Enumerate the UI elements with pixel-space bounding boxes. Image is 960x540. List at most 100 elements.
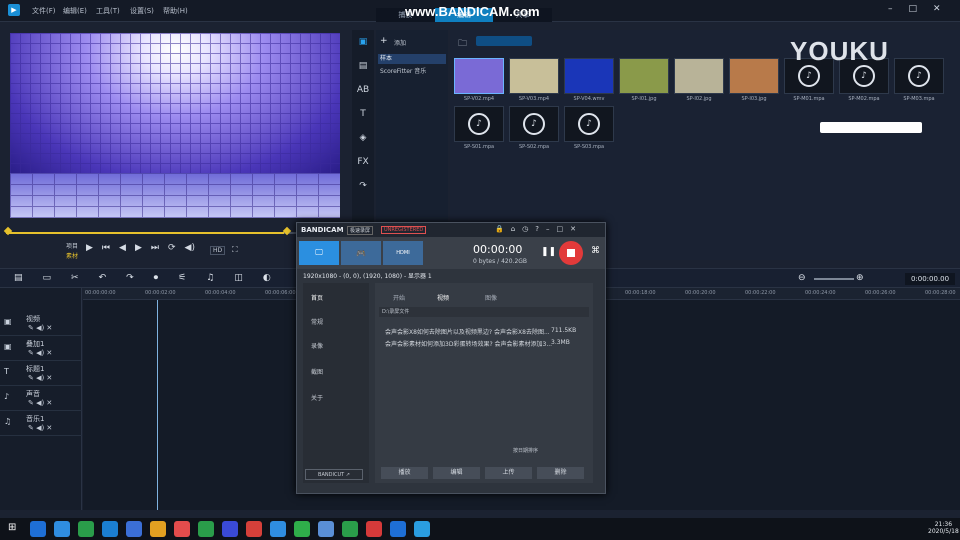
lock-icon[interactable]: 🔒 <box>495 225 511 233</box>
home-icon[interactable]: ⌂ <box>511 225 522 233</box>
media-icon[interactable]: ▣ <box>352 30 374 54</box>
timeline-timecode[interactable]: 0:00:00.00 <box>905 273 955 285</box>
media-thumbnail[interactable] <box>454 58 504 94</box>
play-button[interactable]: 播放 <box>381 467 428 479</box>
storyboard-icon[interactable]: ▤ <box>14 273 23 283</box>
menu-tools[interactable]: 工具(T) <box>96 6 120 16</box>
add-folder-icon[interactable]: + <box>380 36 388 46</box>
media-thumbnail[interactable] <box>729 58 779 94</box>
taskbar-app-icon[interactable] <box>102 521 118 537</box>
upload-button[interactable]: 上传 <box>485 467 532 479</box>
media-thumbnail[interactable] <box>619 58 669 94</box>
media-filter-buttons[interactable] <box>476 36 532 46</box>
file-name[interactable]: 会声会影素材如何添加3D彩蛋转场效果? 会声会影素材添加3... <box>385 339 552 348</box>
restore-icon[interactable]: □ <box>557 225 571 233</box>
delete-button[interactable]: 删除 <box>537 467 584 479</box>
media-thumbnail[interactable] <box>509 58 559 94</box>
transition-icon[interactable]: AB <box>352 78 374 102</box>
tab-video[interactable]: 视频 <box>437 293 449 302</box>
sort-order[interactable]: 按日期排序 <box>513 447 538 454</box>
start-icon[interactable]: ⊞ <box>8 522 16 533</box>
media-thumbnail[interactable] <box>564 58 614 94</box>
track-controls[interactable]: ✎ ◀) ✕ <box>28 399 52 407</box>
output-path[interactable]: D:\录屏文件 <box>379 307 589 317</box>
tab-start[interactable]: 开始 <box>393 293 405 302</box>
track-controls[interactable]: ✎ ◀) ✕ <box>28 374 52 382</box>
next-frame-icon[interactable]: ▶ <box>135 243 142 253</box>
redo-icon[interactable]: ↷ <box>126 273 134 283</box>
track-controls[interactable]: ✎ ◀) ✕ <box>28 424 52 432</box>
track-controls[interactable]: ✎ ◀) ✕ <box>28 324 52 332</box>
menu-edit[interactable]: 编辑(E) <box>63 6 87 16</box>
auto-music-icon[interactable]: ♫ <box>206 273 214 283</box>
close-icon[interactable]: ✕ <box>570 225 583 233</box>
mixer-icon[interactable]: ⚟ <box>178 273 186 283</box>
track-controls[interactable]: ✎ ◀) ✕ <box>28 349 52 357</box>
taskbar-app-icon[interactable] <box>414 521 430 537</box>
folder-icon[interactable]: 🗀 <box>458 36 467 52</box>
track-header[interactable]: ♫ 音乐1 ✎ ◀) ✕ <box>0 412 82 436</box>
folder-scorefitter[interactable]: ScoreFitter 音乐 <box>380 66 426 75</box>
prev-frame-icon[interactable]: ◀ <box>119 243 126 253</box>
playhead[interactable] <box>157 288 158 510</box>
quality-select[interactable]: HD <box>210 246 226 255</box>
taskbar-app-icon[interactable] <box>78 521 94 537</box>
side-about[interactable]: 关于 <box>311 393 323 402</box>
screenshot-icon[interactable]: ⌘ <box>591 246 600 256</box>
unregistered-badge[interactable]: UNREGISTERED <box>381 226 427 234</box>
taskbar-app-icon[interactable] <box>318 521 334 537</box>
file-name[interactable]: 会声会影X8如何去除图片以及视频黑边? 会声会影X8去除图... <box>385 327 550 336</box>
device-mode-button[interactable]: HDMI <box>383 241 423 265</box>
menu-help[interactable]: 帮助(H) <box>163 6 188 16</box>
bandicut-button[interactable]: BANDICUT ↗ <box>305 469 363 480</box>
edit-button[interactable]: 编辑 <box>433 467 480 479</box>
folder-sample[interactable]: 样本 <box>378 54 446 64</box>
track-header[interactable]: ▣ 叠加1 ✎ ◀) ✕ <box>0 337 82 361</box>
side-image[interactable]: 截图 <box>311 367 323 376</box>
taskbar-app-icon[interactable] <box>198 521 214 537</box>
zoom-out-icon[interactable]: ⊖ <box>798 273 806 283</box>
side-video[interactable]: 录像 <box>311 341 323 350</box>
timeline-view-icon[interactable]: ▭ <box>43 273 52 283</box>
taskbar-app-icon[interactable] <box>54 521 70 537</box>
graphic-icon[interactable]: ◈ <box>352 126 374 150</box>
zoom-in-icon[interactable]: ⊕ <box>856 273 864 283</box>
play-icon[interactable]: ▶ <box>86 243 93 253</box>
track-header[interactable]: ♪ 声音 ✎ ◀) ✕ <box>0 387 82 411</box>
screen-mode-button[interactable]: 🖵 <box>299 241 339 265</box>
tools-icon[interactable]: ✂ <box>71 273 79 283</box>
taskbar-app-icon[interactable] <box>366 521 382 537</box>
media-thumbnail[interactable]: ♪ <box>509 106 559 142</box>
taskbar-app-icon[interactable] <box>126 521 142 537</box>
track-header[interactable]: T 标题1 ✎ ◀) ✕ <box>0 362 82 386</box>
tab-image[interactable]: 图像 <box>485 293 497 302</box>
close-icon[interactable]: ✕ <box>933 4 957 14</box>
media-thumbnail[interactable]: ♪ <box>564 106 614 142</box>
side-home[interactable]: 首页 <box>311 293 323 302</box>
minimize-icon[interactable]: – <box>546 225 557 233</box>
menu-settings[interactable]: 设置(S) <box>130 6 154 16</box>
fullscreen-icon[interactable]: ⛶ <box>232 245 238 255</box>
motion-icon[interactable]: ◫ <box>234 273 243 283</box>
media-thumbnail[interactable] <box>674 58 724 94</box>
track-header[interactable]: ▣ 视频 ✎ ◀) ✕ <box>0 312 82 336</box>
taskbar-app-icon[interactable] <box>294 521 310 537</box>
home-icon[interactable]: ⏮ <box>102 243 110 253</box>
side-general[interactable]: 常规 <box>311 317 323 326</box>
mask-icon[interactable]: ◐ <box>263 273 271 283</box>
undo-icon[interactable]: ↶ <box>99 273 107 283</box>
pause-icon[interactable]: ❚❚ <box>541 247 556 257</box>
project-mode-label[interactable]: 项目 <box>66 241 78 250</box>
media-thumbnail[interactable]: ♪ <box>454 106 504 142</box>
add-folder-label[interactable]: 添加 <box>394 38 406 47</box>
taskbar-app-icon[interactable] <box>30 521 46 537</box>
taskbar-app-icon[interactable] <box>270 521 286 537</box>
end-icon[interactable]: ⏭ <box>151 243 159 253</box>
maximize-icon[interactable]: □ <box>909 4 934 14</box>
path-icon[interactable]: ↷ <box>352 174 374 198</box>
volume-icon[interactable]: ◀) <box>185 243 195 253</box>
clip-mode-label[interactable]: 素材 <box>66 251 78 260</box>
filter-icon[interactable]: FX <box>352 150 374 174</box>
preview-scrubber[interactable] <box>3 226 342 238</box>
minimize-icon[interactable]: – <box>888 4 909 14</box>
